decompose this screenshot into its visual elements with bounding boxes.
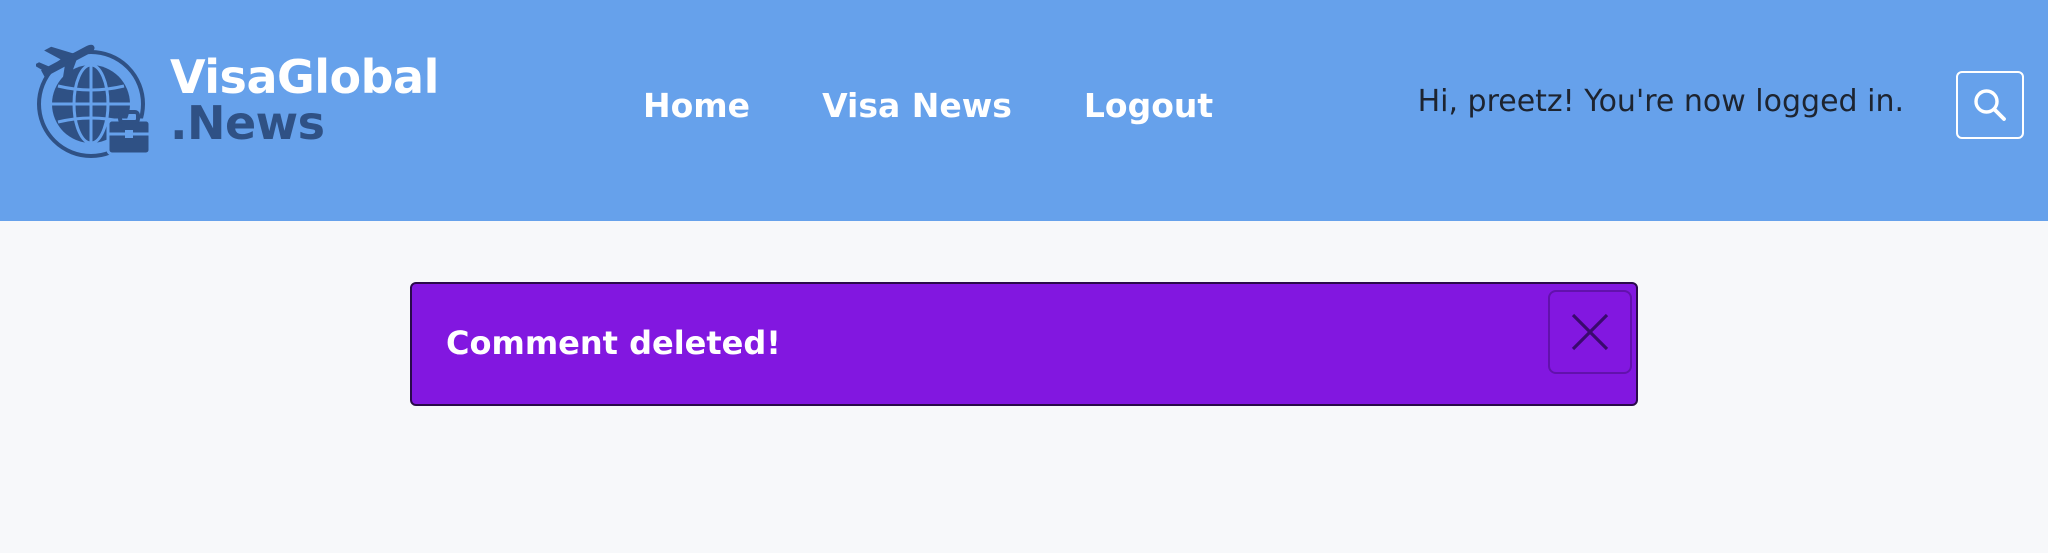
site-header: VisaGlobal .News Home Visa News Logout H… xyxy=(0,0,2048,221)
flash-alert: Comment deleted! xyxy=(410,282,1638,406)
alert-close-button[interactable] xyxy=(1548,290,1632,374)
brand-name-line1: VisaGlobal xyxy=(170,50,439,104)
login-greeting: Hi, preetz! You're now logged in. xyxy=(1417,84,1904,119)
site-logo[interactable]: VisaGlobal .News xyxy=(36,42,439,158)
search-icon xyxy=(1974,89,2006,121)
nav-logout-link[interactable]: Logout xyxy=(1084,86,1213,125)
alert-message: Comment deleted! xyxy=(446,324,781,362)
brand-name: VisaGlobal .News xyxy=(170,54,439,146)
main-nav: Home Visa News Logout xyxy=(643,80,1213,130)
globe-logo-icon xyxy=(36,44,152,158)
brand-name-line2: .News xyxy=(170,96,325,150)
nav-visa-news-link[interactable]: Visa News xyxy=(822,86,1012,125)
nav-home-link[interactable]: Home xyxy=(643,86,750,125)
close-icon xyxy=(1571,313,1609,351)
search-button[interactable] xyxy=(1956,71,2024,139)
